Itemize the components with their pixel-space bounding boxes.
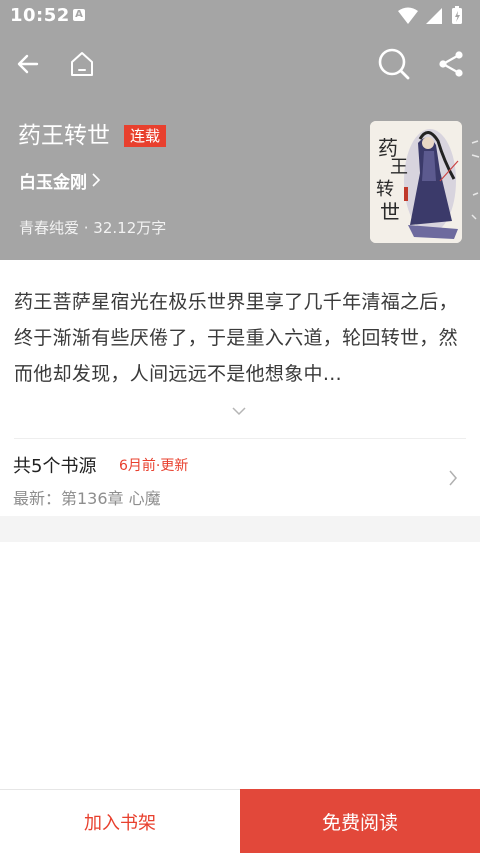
source-update-time: 6月前·更新 [119,458,189,474]
back-button[interactable] [8,44,48,84]
cover-lettering-3: 转 [376,179,394,200]
add-to-shelf-button[interactable]: 加入书架 [0,790,240,853]
home-button[interactable] [62,44,102,84]
book-title: 药王转世 [18,123,110,149]
book-sources-row[interactable]: 共5个书源 6月前·更新 最新：第136章 心魔 [0,440,480,516]
read-free-button[interactable]: 免费阅读 [240,789,480,853]
cover-lettering-2: 王 [390,157,408,178]
status-indicators [394,6,470,26]
book-meta: 青春纯爱 · 32.12万字 [19,219,167,237]
book-header: 10:52 A 药王转世 连载 白玉金刚 青春纯爱 · 32.12万字 药 王 … [0,0,480,260]
cover-lettering-4: 世 [380,200,400,224]
back-arrow-icon [17,54,39,74]
author-link[interactable]: 白玉金刚 [19,166,101,194]
source-count: 共5个书源 [13,456,97,477]
search-button[interactable] [374,44,414,84]
serial-status-badge: 连载 [124,125,167,147]
chevron-down-icon [232,407,246,416]
status-bar: 10:52 A [0,0,480,32]
expand-synopsis-button[interactable] [230,402,248,416]
notification-a-icon: A [73,9,85,21]
sources-chevron [448,469,458,487]
chevron-right-icon [92,173,101,187]
bottom-action-bar: 加入书架 免费阅读 [0,789,480,853]
cover-illustration: 药 王 转 世 [370,121,462,243]
author-name: 白玉金刚 [19,172,87,193]
book-cover[interactable]: 药 王 转 世 [370,121,462,243]
section-divider [14,438,466,439]
home-icon [71,52,93,76]
share-icon [439,51,463,77]
wifi-signal-battery-icon [398,6,462,24]
status-time: 10:52 [10,5,70,26]
latest-chapter: 最新：第136章 心魔 [13,489,161,508]
chevron-right-icon [449,470,457,486]
search-icon [378,48,410,80]
book-synopsis[interactable]: 药王菩萨星宿光在极乐世界里享了几千年清福之后，终于渐渐有些厌倦了，于是重入六道，… [14,284,466,392]
section-spacer [0,516,480,542]
share-button[interactable] [431,44,471,84]
next-cover-peek [470,135,480,235]
